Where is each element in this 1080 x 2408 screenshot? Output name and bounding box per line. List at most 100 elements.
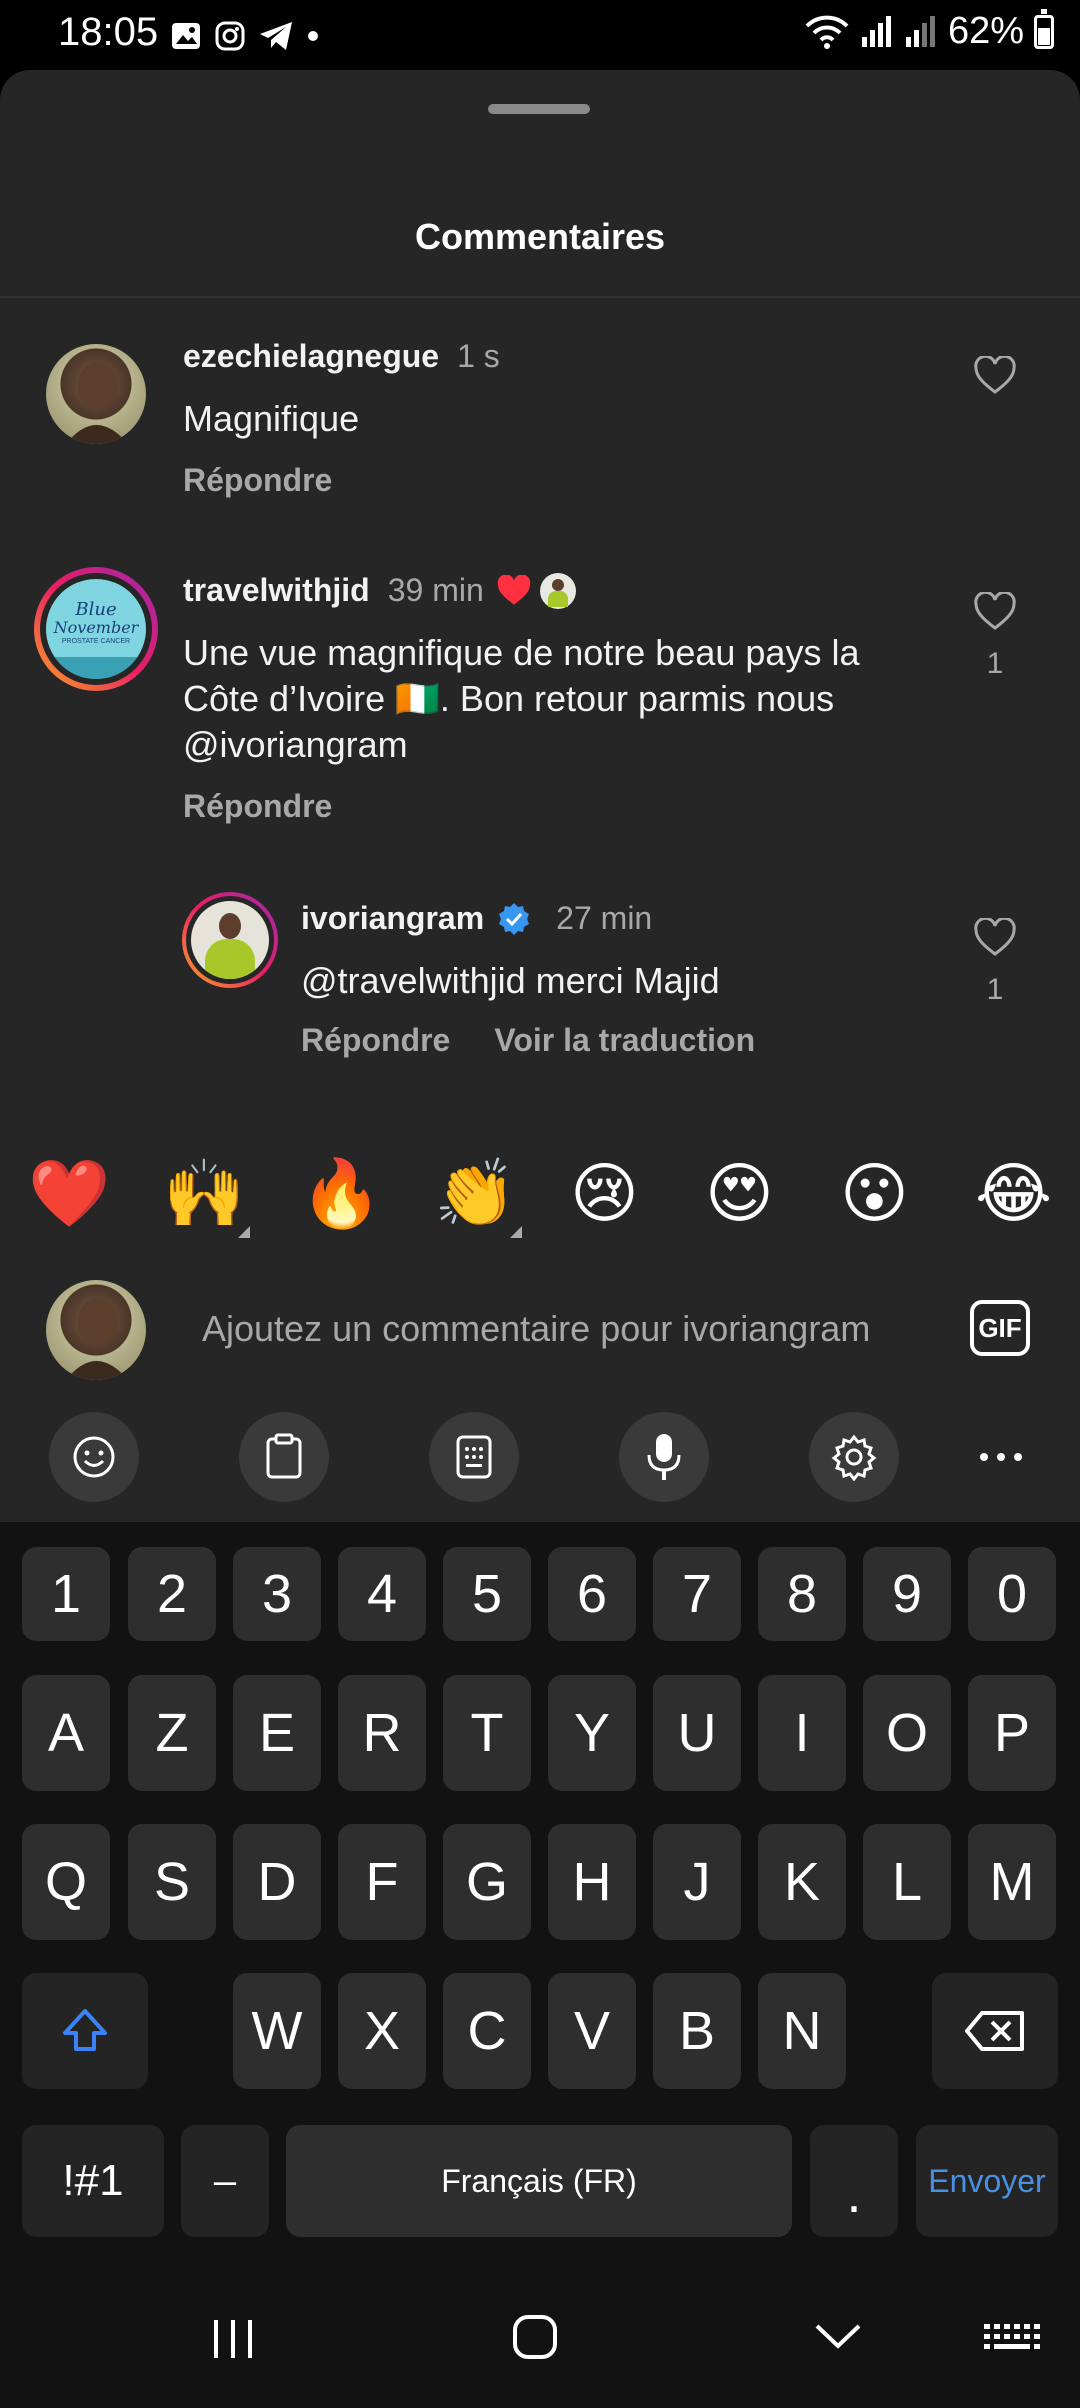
- period-key[interactable]: .: [810, 2125, 898, 2237]
- comment-text: @travelwithjid merci Majid: [301, 960, 720, 1001]
- reply-button[interactable]: Répondre: [183, 462, 332, 499]
- avatar-story-ring[interactable]: Blue November PROSTATE CANCER: [34, 567, 158, 691]
- hide-keyboard-button[interactable]: [805, 2306, 871, 2368]
- emoji-clap[interactable]: 👏: [434, 1148, 516, 1238]
- emoji-keyboard-button[interactable]: [49, 1412, 139, 1502]
- key-v[interactable]: V: [548, 1973, 636, 2089]
- key-s[interactable]: S: [128, 1824, 216, 1940]
- comment-time: 1 s: [457, 338, 500, 374]
- shift-icon: [63, 2009, 107, 2051]
- comment-actions: Répondre: [183, 462, 332, 499]
- reply-button[interactable]: Répondre: [183, 788, 332, 825]
- status-time: 18:05: [58, 10, 159, 54]
- symbols-key[interactable]: !#1: [22, 2125, 164, 2237]
- backspace-key[interactable]: [932, 1973, 1058, 2089]
- comment-username[interactable]: travelwithjid: [183, 572, 370, 609]
- key-h[interactable]: H: [548, 1824, 636, 1940]
- smiley-icon: [73, 1436, 115, 1478]
- comment-header: travelwithjid 39 min: [183, 572, 576, 609]
- key-n[interactable]: N: [758, 1973, 846, 2089]
- key-9[interactable]: 9: [863, 1547, 951, 1641]
- key-z[interactable]: Z: [128, 1675, 216, 1791]
- gear-icon: [831, 1434, 877, 1481]
- home-icon: [513, 2315, 557, 2359]
- key-p[interactable]: P: [968, 1675, 1056, 1791]
- key-5[interactable]: 5: [443, 1547, 531, 1641]
- clipboard-button[interactable]: [239, 1412, 329, 1502]
- key-b[interactable]: B: [653, 1973, 741, 2089]
- emoji-raised-hands[interactable]: 🙌: [163, 1148, 245, 1238]
- dot-icon: [308, 31, 318, 41]
- key-d[interactable]: D: [233, 1824, 321, 1940]
- recent-apps-button[interactable]: [200, 2306, 266, 2368]
- comment-actions: Répondre Voir la traduction: [301, 1022, 755, 1059]
- reply-button[interactable]: Répondre: [301, 1022, 450, 1059]
- key-3[interactable]: 3: [233, 1547, 321, 1641]
- send-key[interactable]: Envoyer: [916, 2125, 1058, 2237]
- emoji-heart[interactable]: ❤️: [28, 1148, 110, 1238]
- key-f[interactable]: F: [338, 1824, 426, 1940]
- key-c[interactable]: C: [443, 1973, 531, 2089]
- like-button[interactable]: 1: [970, 590, 1020, 681]
- verified-badge-icon: [499, 902, 530, 935]
- status-bar: 18:05 62%: [0, 0, 1080, 70]
- heart-icon: [974, 916, 1016, 956]
- key-j[interactable]: J: [653, 1824, 741, 1940]
- more-dots-icon: [980, 1453, 1022, 1461]
- drag-handle[interactable]: [488, 104, 590, 114]
- key-6[interactable]: 6: [548, 1547, 636, 1641]
- key-u[interactable]: U: [653, 1675, 741, 1791]
- navigation-bar: [0, 2268, 1080, 2408]
- avatar[interactable]: [46, 344, 146, 444]
- more-options-button[interactable]: [980, 1434, 1050, 1480]
- emoji-crying[interactable]: 😢: [570, 1148, 639, 1238]
- dash-key[interactable]: –: [181, 2125, 269, 2237]
- gif-button[interactable]: GIF: [970, 1300, 1030, 1356]
- key-k[interactable]: K: [758, 1824, 846, 1940]
- like-button[interactable]: 1: [970, 916, 1020, 1007]
- key-y[interactable]: Y: [548, 1675, 636, 1791]
- keyboard-settings-button[interactable]: [809, 1412, 899, 1502]
- comment-username[interactable]: ivoriangram: [301, 900, 484, 937]
- key-i[interactable]: I: [758, 1675, 846, 1791]
- emoji-fire[interactable]: 🔥: [300, 1148, 382, 1238]
- microphone-icon: [647, 1434, 681, 1480]
- key-8[interactable]: 8: [758, 1547, 846, 1641]
- avatar-story-ring[interactable]: [182, 892, 278, 988]
- key-7[interactable]: 7: [653, 1547, 741, 1641]
- key-q[interactable]: Q: [22, 1824, 110, 1940]
- emoji-laughing[interactable]: 😂: [975, 1148, 1052, 1238]
- key-e[interactable]: E: [233, 1675, 321, 1791]
- key-x[interactable]: X: [338, 1973, 426, 2089]
- wifi-icon: [805, 15, 849, 49]
- like-button[interactable]: [970, 354, 1020, 401]
- emoji-surprised[interactable]: 😮: [840, 1148, 909, 1238]
- home-button[interactable]: [504, 2306, 570, 2368]
- emoji-heart-eyes[interactable]: 😍: [705, 1148, 774, 1238]
- key-r[interactable]: R: [338, 1675, 426, 1791]
- creator-mini-avatar: [539, 572, 576, 609]
- comment-username[interactable]: ezechielagnegue: [183, 338, 439, 375]
- battery-percent: 62%: [947, 10, 1024, 52]
- blue-november-logo: Blue November PROSTATE CANCER: [46, 579, 146, 679]
- key-2[interactable]: 2: [128, 1547, 216, 1641]
- key-l[interactable]: L: [863, 1824, 951, 1940]
- key-a[interactable]: A: [22, 1675, 110, 1791]
- key-o[interactable]: O: [863, 1675, 951, 1791]
- keyboard-switch-button[interactable]: [978, 2306, 1044, 2368]
- see-translation-button[interactable]: Voir la traduction: [494, 1022, 755, 1059]
- shift-key[interactable]: [22, 1973, 148, 2089]
- notification-icons: [170, 16, 320, 56]
- key-1[interactable]: 1: [22, 1547, 110, 1641]
- key-m[interactable]: M: [968, 1824, 1056, 1940]
- key-w[interactable]: W: [233, 1973, 321, 2089]
- key-0[interactable]: 0: [968, 1547, 1056, 1641]
- header-divider: [0, 296, 1080, 298]
- key-4[interactable]: 4: [338, 1547, 426, 1641]
- key-t[interactable]: T: [443, 1675, 531, 1791]
- comment-input[interactable]: Ajoutez un commentaire pour ivoriangram: [202, 1308, 922, 1350]
- key-g[interactable]: G: [443, 1824, 531, 1940]
- voice-input-button[interactable]: [619, 1412, 709, 1502]
- keypad-mode-button[interactable]: [429, 1412, 519, 1502]
- space-key[interactable]: Français (FR): [286, 2125, 792, 2237]
